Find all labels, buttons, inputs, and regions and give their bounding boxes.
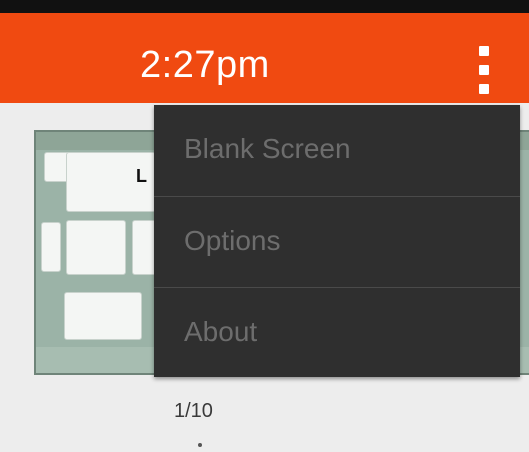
overflow-dot (479, 46, 489, 56)
action-bar: 2:27pm (0, 13, 529, 103)
clock-time: 2:27pm (140, 44, 270, 86)
status-strip (0, 0, 529, 13)
thumbnail-key-label: L (136, 166, 147, 186)
thumbnail-key (41, 222, 61, 272)
page-dot (198, 443, 202, 447)
overflow-menu: Blank Screen Options About (154, 105, 520, 377)
overflow-dot (479, 84, 489, 94)
screen: 2:27pm L 1/10 Blank Screen Options About (0, 0, 529, 452)
menu-item-label: Blank Screen (184, 133, 351, 164)
thumbnail-key (64, 292, 142, 340)
menu-item-options[interactable]: Options (154, 197, 520, 287)
overflow-dot (479, 65, 489, 75)
menu-item-label: Options (184, 225, 281, 256)
more-vertical-icon[interactable] (466, 41, 502, 99)
page-indicator: 1/10 (174, 400, 213, 422)
menu-item-about[interactable]: About (154, 288, 520, 378)
thumbnail-key (66, 220, 126, 275)
bottom-edge (0, 448, 529, 452)
menu-item-blank-screen[interactable]: Blank Screen (154, 105, 520, 195)
menu-item-label: About (184, 316, 258, 347)
